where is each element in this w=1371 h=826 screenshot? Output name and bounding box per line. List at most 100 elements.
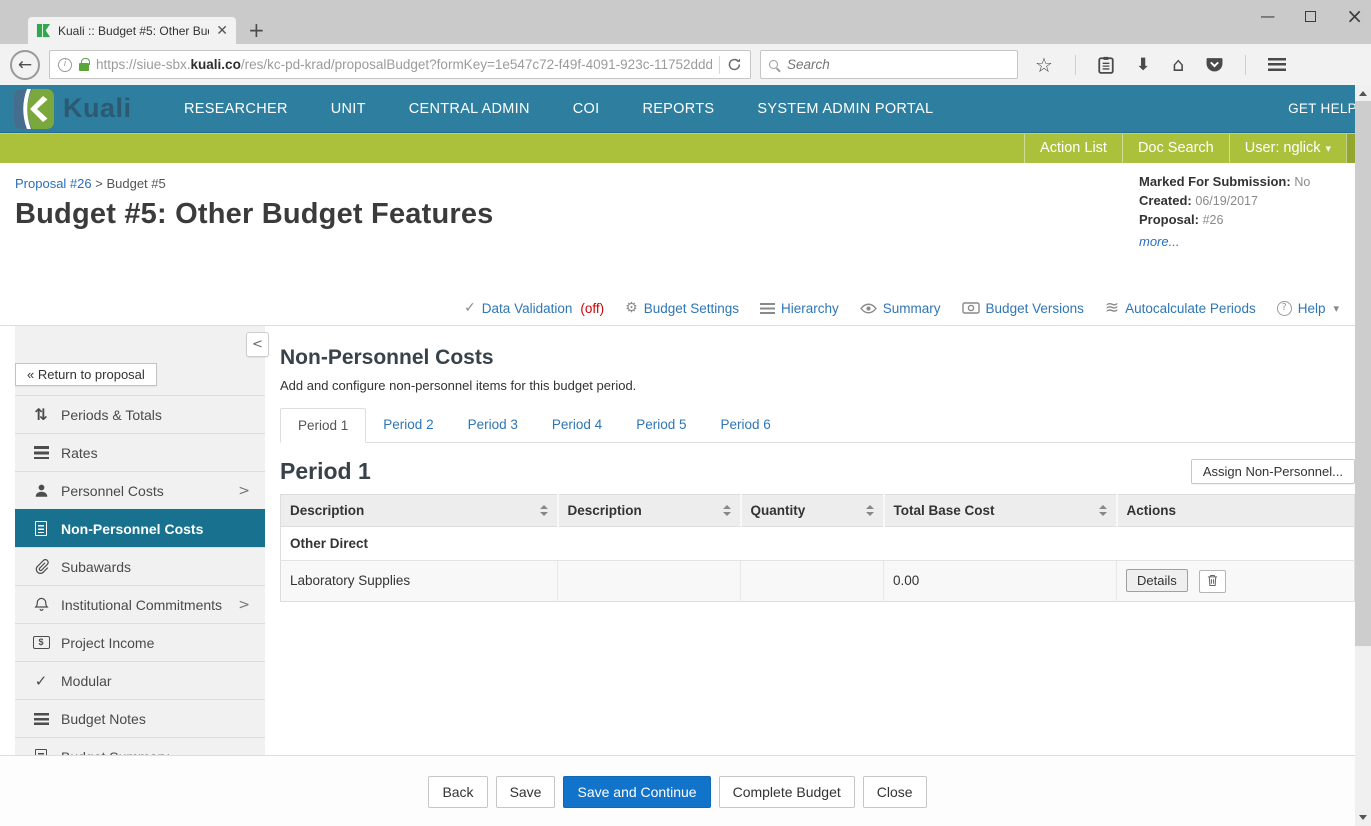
cell-description-2 — [558, 561, 741, 602]
sidebar-item-rates[interactable]: Rates — [15, 433, 265, 471]
sidebar-item-non-personnel-costs[interactable]: Non-Personnel Costs — [15, 509, 265, 547]
bell-icon — [34, 597, 49, 612]
assign-non-personnel-button[interactable]: Assign Non-Personnel... — [1191, 459, 1355, 484]
tab-period-4[interactable]: Period 4 — [535, 408, 619, 442]
sort-icon[interactable] — [866, 505, 874, 516]
breadcrumb-current: Budget #5 — [106, 176, 165, 191]
versions-icon — [962, 302, 980, 314]
scrollbar-thumb[interactable] — [1355, 101, 1371, 646]
delete-button[interactable] — [1199, 570, 1226, 593]
meta-label: Proposal: — [1139, 212, 1199, 227]
sort-icon[interactable] — [1099, 505, 1107, 516]
nav-researcher[interactable]: RESEARCHER — [184, 101, 288, 117]
list-icon — [760, 303, 775, 314]
sidebar-item-institutional-commitments[interactable]: Institutional Commitments > — [15, 585, 265, 623]
autocalculate-periods-link[interactable]: ≋ Autocalculate Periods — [1105, 298, 1256, 318]
downloads-icon[interactable]: ⬇ — [1136, 55, 1150, 75]
nav-system-admin-portal[interactable]: SYSTEM ADMIN PORTAL — [757, 101, 933, 117]
sidebar-item-periods-totals[interactable]: ⇅ Periods & Totals — [15, 395, 265, 433]
breadcrumb-proposal-link[interactable]: Proposal #26 — [15, 176, 92, 191]
tab-period-5[interactable]: Period 5 — [619, 408, 703, 442]
browser-search[interactable] — [760, 50, 1018, 79]
budget-settings-link[interactable]: ⚙ Budget Settings — [625, 300, 739, 316]
meta-value: #26 — [1203, 213, 1224, 227]
details-button[interactable]: Details — [1126, 569, 1188, 592]
sidebar-item-budget-summary[interactable]: Budget Summary — [15, 737, 265, 755]
budget-versions-link[interactable]: Budget Versions — [962, 301, 1084, 316]
bookmark-star-icon[interactable]: ☆ — [1035, 53, 1053, 77]
url-bar[interactable]: i https://siue-sbx.kuali.co/res/kc-pd-kr… — [49, 50, 751, 79]
sidebar-item-modular[interactable]: ✓ Modular — [15, 661, 265, 699]
non-personnel-costs-table: Description Description Quantity Total B… — [280, 494, 1355, 602]
vertical-scrollbar[interactable] — [1355, 85, 1371, 826]
help-menu[interactable]: ? Help ▾ — [1277, 301, 1339, 316]
action-list-link[interactable]: Action List — [1024, 134, 1122, 163]
pocket-icon[interactable] — [1206, 56, 1223, 73]
user-menu[interactable]: User: nglick▾ — [1229, 134, 1346, 163]
browser-navbar: ← i https://siue-sbx.kuali.co/res/kc-pd-… — [0, 44, 1371, 85]
scroll-up-arrow[interactable] — [1359, 91, 1367, 96]
meta-label: Marked For Submission: — [1139, 174, 1291, 189]
sidebar-item-subawards[interactable]: Subawards — [15, 547, 265, 585]
nav-central-admin[interactable]: CENTRAL ADMIN — [409, 101, 530, 117]
window-close-button[interactable]: × — [1346, 5, 1363, 27]
window-maximize-button[interactable] — [1305, 11, 1316, 22]
tab-period-2[interactable]: Period 2 — [366, 408, 450, 442]
meta-value: 06/19/2017 — [1195, 194, 1258, 208]
eye-icon — [860, 303, 877, 314]
tab-close-icon[interactable]: ✕ — [216, 23, 228, 39]
sort-amount-icon: ⇅ — [32, 405, 50, 424]
sidebar-item-budget-notes[interactable]: Budget Notes — [15, 699, 265, 737]
search-input[interactable] — [785, 56, 1009, 73]
person-icon — [34, 483, 49, 498]
url-text: https://siue-sbx.kuali.co/res/kc-pd-krad… — [96, 57, 712, 72]
sidebar-collapse-button[interactable]: < — [246, 332, 269, 357]
more-link[interactable]: more... — [1139, 234, 1179, 249]
summary-link[interactable]: Summary — [860, 301, 941, 316]
nav-coi[interactable]: COI — [573, 101, 600, 117]
col-description-1[interactable]: Description — [281, 495, 558, 527]
back-button[interactable]: Back — [428, 776, 487, 808]
col-total-base-cost[interactable]: Total Base Cost — [884, 495, 1117, 527]
sidebar-item-personnel-costs[interactable]: Personnel Costs > — [15, 471, 265, 509]
nav-unit[interactable]: UNIT — [331, 101, 366, 117]
return-to-proposal-button[interactable]: « Return to proposal — [15, 363, 157, 386]
nav-reports[interactable]: REPORTS — [642, 101, 714, 117]
save-button[interactable]: Save — [496, 776, 556, 808]
browser-tab[interactable]: Kuali :: Budget #5: Other Bud ✕ — [28, 17, 236, 44]
table-header-row: Description Description Quantity Total B… — [281, 495, 1355, 527]
tab-period-6[interactable]: Period 6 — [703, 408, 787, 442]
save-and-continue-button[interactable]: Save and Continue — [563, 776, 710, 808]
period-heading: Period 1 — [280, 458, 371, 485]
col-quantity[interactable]: Quantity — [741, 495, 884, 527]
doc-search-link[interactable]: Doc Search — [1122, 134, 1229, 163]
back-navigation-button[interactable]: ← — [10, 50, 40, 80]
reading-list-icon[interactable] — [1098, 56, 1114, 74]
section-heading: Non-Personnel Costs — [280, 346, 1355, 370]
complete-budget-button[interactable]: Complete Budget — [719, 776, 855, 808]
menu-hamburger-icon[interactable] — [1268, 58, 1286, 71]
scroll-down-arrow[interactable] — [1359, 815, 1367, 820]
new-tab-button[interactable]: + — [248, 20, 265, 40]
col-description-2[interactable]: Description — [558, 495, 741, 527]
reload-icon[interactable] — [727, 57, 742, 72]
primary-nav: RESEARCHER UNIT CENTRAL ADMIN COI REPORT… — [184, 101, 933, 117]
sidebar-item-project-income[interactable]: $ Project Income — [15, 623, 265, 661]
hierarchy-link[interactable]: Hierarchy — [760, 301, 839, 316]
close-button[interactable]: Close — [863, 776, 927, 808]
page-head: Proposal #26 > Budget #5 Budget #5: Othe… — [0, 163, 1371, 300]
budget-sidebar: < « Return to proposal ⇅ Periods & Total… — [15, 326, 265, 755]
page-info-icon[interactable]: i — [58, 58, 72, 72]
tab-period-3[interactable]: Period 3 — [451, 408, 535, 442]
chevron-right-icon: > — [238, 483, 250, 499]
https-lock-icon[interactable] — [79, 63, 89, 71]
tab-period-1[interactable]: Period 1 — [280, 408, 366, 443]
get-help-link[interactable]: GET HELP — [1288, 101, 1357, 116]
data-validation-link[interactable]: ✓ Data Validation (off) — [464, 300, 604, 316]
sort-icon[interactable] — [540, 505, 548, 516]
home-icon[interactable]: ⌂ — [1172, 54, 1184, 76]
window-minimize-button[interactable]: — — [1260, 4, 1275, 28]
kuali-logo[interactable]: Kuali — [14, 89, 172, 129]
section-description: Add and configure non-personnel items fo… — [280, 378, 1355, 393]
sort-icon[interactable] — [723, 505, 731, 516]
